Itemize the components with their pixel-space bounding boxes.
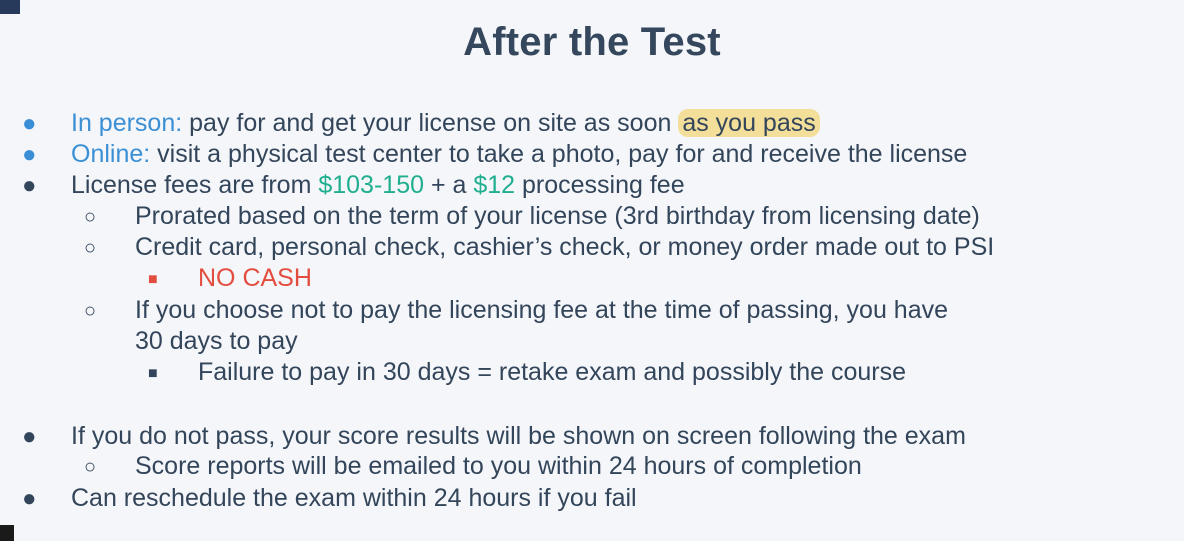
list-item-in-person: In person: pay for and get your license …	[71, 108, 820, 139]
fees-range: $103-150	[318, 171, 424, 199]
in-person-label: In person:	[71, 109, 183, 137]
list-item-choose-not-line1: If you choose not to pay the licensing f…	[135, 296, 949, 324]
highlighted-text: as you pass	[678, 109, 820, 137]
bullet-square-icon: ■	[148, 365, 158, 382]
list-item-not-pass: If you do not pass, your score results w…	[71, 422, 966, 450]
fees-processing: $12	[473, 171, 516, 199]
list-item-no-cash: NO CASH	[198, 264, 312, 292]
bullet-dot-icon: ●	[22, 485, 37, 512]
list-item-choose-not-line2: 30 days to pay	[135, 327, 298, 355]
list-item-score-reports: Score reports will be emailed to you wit…	[135, 452, 862, 480]
bullet-dot-icon: ●	[22, 423, 37, 450]
fees-prefix: License fees are from	[71, 171, 319, 199]
corner-decoration	[0, 0, 20, 14]
bullet-circle-icon: ○	[84, 300, 97, 322]
fees-suffix: processing fee	[515, 171, 685, 199]
list-item-failure-to-pay: Failure to pay in 30 days = retake exam …	[198, 358, 907, 386]
slide-title: After the Test	[463, 20, 721, 64]
bullet-dot-icon: ●	[22, 110, 37, 137]
list-item-prorated: Prorated based on the term of your licen…	[135, 202, 980, 230]
bullet-dot-icon: ●	[22, 141, 37, 168]
bullet-dot-icon: ●	[22, 172, 37, 199]
bullet-circle-icon: ○	[84, 206, 97, 228]
in-person-text: pay for and get your license on site as …	[182, 109, 672, 137]
online-text: visit a physical test center to take a p…	[150, 140, 968, 168]
bullet-circle-icon: ○	[84, 237, 97, 259]
online-label: Online:	[71, 140, 151, 168]
list-item-reschedule: Can reschedule the exam within 24 hours …	[71, 484, 637, 512]
corner-decoration-bottom	[0, 525, 14, 541]
list-item-fees: License fees are from $103-150 + a $12 p…	[71, 170, 685, 201]
list-item-online: Online: visit a physical test center to …	[71, 139, 967, 170]
list-item-payment-methods: Credit card, personal check, cashier’s c…	[135, 233, 995, 261]
bullet-circle-icon: ○	[84, 456, 97, 478]
fees-mid: + a	[424, 171, 474, 199]
bullet-square-icon: ■	[148, 271, 158, 288]
